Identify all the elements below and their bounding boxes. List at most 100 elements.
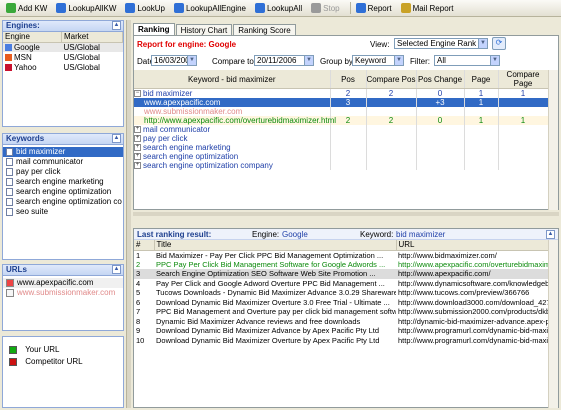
ranking-cell — [366, 143, 417, 152]
engine-name-cell: Yahoo — [3, 62, 61, 72]
keyword-item[interactable]: search engine marketing — [3, 177, 123, 187]
result-row[interactable]: 6 Download Dynamic Bid Maximizer Overture… — [134, 298, 548, 308]
last-result-vertical-scrollbar[interactable] — [548, 240, 558, 408]
engines-col-market[interactable]: Market — [61, 32, 124, 43]
group-by-select[interactable]: Keyword ▼ — [352, 55, 404, 66]
ranking-col-header[interactable]: Page — [464, 70, 499, 89]
collapse-engines-button[interactable]: ▲ — [112, 21, 121, 30]
engine-row-yahoo[interactable]: Yahoo US/Global — [3, 62, 123, 72]
engine-label: Engine: — [252, 229, 280, 239]
ranking-cell-text: bid maximizer — [143, 89, 193, 98]
filter-select[interactable]: All ▼ — [434, 55, 500, 66]
mail-report-button[interactable]: Mail Report — [399, 1, 456, 16]
toolbar-button-label: Report — [367, 3, 392, 13]
keywords-panel: Keywords ▲ bid maximizer mail communicato… — [2, 133, 124, 260]
ranking-col-header[interactable]: Compare Page — [498, 70, 548, 89]
toolbar-button-label: LookupAll — [267, 3, 303, 13]
lookupall-button[interactable]: LookupAll — [253, 1, 304, 16]
ranking-col-header[interactable]: Pos Change — [416, 70, 465, 89]
expand-icon[interactable]: + — [134, 162, 141, 170]
result-rank: 1 — [136, 250, 141, 260]
result-row[interactable]: 2 PPC Pay Per Click Bid Management Softwa… — [134, 260, 548, 270]
keyword-item[interactable]: seo suite — [3, 207, 123, 217]
ranking-vertical-scrollbar[interactable] — [548, 70, 558, 210]
engine-market: US/Global — [63, 52, 100, 62]
result-row[interactable]: 4 Pay Per Click and Google Adword Overtur… — [134, 279, 548, 289]
refresh-icon[interactable]: ⟳ — [492, 37, 506, 50]
ranking-row[interactable]: + search engine optimization company — [134, 161, 548, 170]
result-row[interactable]: 9 Download Dynamic Bid Maximizer Advance … — [134, 326, 548, 336]
view-select[interactable]: Selected Engine Rank ▼ — [394, 38, 488, 49]
ranking-row[interactable]: www.apexpacific.com 3 +3 1 — [134, 98, 548, 107]
report-button[interactable]: Report — [354, 1, 394, 16]
ranking-cell — [464, 152, 499, 161]
engine-row-msn[interactable]: MSN US/Global — [3, 52, 123, 62]
ranking-cell-text: www.submissionmaker.com — [144, 107, 243, 116]
keyword-item[interactable]: search engine optimization co — [3, 197, 123, 207]
last-result-panel: Last ranking result: Engine: Google Keyw… — [133, 228, 559, 408]
ranking-row[interactable]: − bid maximizer 2 2 0 1 1 — [134, 88, 548, 98]
add-kw-button[interactable]: Add KW — [4, 1, 49, 16]
result-row[interactable]: 8 Dynamic Bid Maximizer Advance reviews a… — [134, 317, 548, 327]
ranking-row[interactable]: + mail communicator — [134, 125, 548, 134]
date-picker[interactable]: 16/03/2007 ▼ — [151, 55, 197, 66]
result-row[interactable]: 7 PPC Bid Management and Overture pay per… — [134, 307, 548, 317]
google-logo-icon — [5, 44, 12, 52]
urls-list: www.apexpacific.com www.submissionmaker.c… — [2, 276, 124, 331]
url-item[interactable]: www.apexpacific.com — [3, 278, 123, 288]
expand-icon[interactable]: + — [134, 135, 141, 143]
result-url: http://www.bidmaximizer.com/ — [398, 250, 497, 260]
result-col-header[interactable]: # — [134, 240, 155, 251]
collapse-keywords-button[interactable]: ▲ — [112, 134, 121, 143]
ranking-col-header[interactable]: Pos — [330, 70, 367, 89]
engine-row-google[interactable]: Google US/Global — [3, 42, 123, 52]
lookupallkw-button[interactable]: LookupAllKW — [54, 1, 118, 16]
ranking-cell-text: 1 — [478, 116, 484, 125]
ranking-cell: 1 — [464, 88, 499, 98]
keyword-label: Keyword: — [360, 229, 394, 239]
compare-date-picker[interactable]: 20/11/2006 ▼ — [254, 55, 314, 66]
lookupallengine-button[interactable]: LookupAllEngine — [172, 1, 248, 16]
collapse-icon[interactable]: − — [134, 90, 141, 98]
ranking-cell: + mail communicator — [134, 125, 331, 134]
ranking-cell: 1 — [464, 98, 499, 107]
engine-name: Yahoo — [14, 62, 37, 72]
result-row[interactable]: 5 Tucows Downloads - Dynamic Bid Maximize… — [134, 288, 548, 298]
stop-button[interactable]: Stop — [309, 1, 341, 16]
result-row[interactable]: 1 Bid Maximizer - Pay Per Click PPC Bid M… — [134, 250, 548, 260]
toolbar-separator — [349, 2, 351, 14]
expand-icon[interactable]: + — [134, 144, 141, 152]
ranking-cell — [330, 125, 367, 134]
ranking-row[interactable]: + search engine marketing — [134, 143, 548, 152]
ranking-cell: − bid maximizer — [134, 88, 331, 98]
url-item[interactable]: www.submissionmaker.com — [3, 288, 123, 298]
result-row[interactable]: 3 Search Engine Optimization SEO Software… — [134, 269, 548, 279]
engines-col-engine[interactable]: Engine — [3, 32, 62, 43]
keyword-item[interactable]: mail communicator — [3, 157, 123, 167]
result-col-header[interactable]: URL — [396, 240, 549, 251]
ranking-row[interactable]: + search engine optimization — [134, 152, 548, 161]
result-col-header[interactable]: Title — [154, 240, 397, 251]
result-row[interactable]: 10 Download Dynamic Bid Maximizer Overtur… — [134, 336, 548, 346]
ranking-col-header[interactable]: Compare Pos — [366, 70, 417, 89]
add-icon — [6, 3, 16, 13]
vertical-splitter[interactable] — [126, 20, 131, 408]
keyword-item[interactable]: pay per click — [3, 167, 123, 177]
expand-icon[interactable]: + — [134, 153, 141, 161]
ranking-cell — [464, 161, 499, 170]
horizontal-splitter[interactable] — [133, 212, 559, 216]
lookup-button[interactable]: LookUp — [123, 1, 167, 16]
ranking-col-header[interactable]: Keyword - bid maximizer — [134, 70, 331, 89]
collapse-last-result-button[interactable]: ▲ — [546, 230, 555, 239]
ranking-cell: 0 — [416, 116, 465, 125]
ranking-cell — [366, 125, 417, 134]
ranking-row[interactable]: www.submissionmaker.com — [134, 107, 548, 116]
expand-icon[interactable]: + — [134, 126, 141, 134]
keyword-item[interactable]: search engine optimization — [3, 187, 123, 197]
collapse-urls-button[interactable]: ▲ — [112, 265, 121, 274]
keyword-item[interactable]: bid maximizer — [3, 147, 123, 157]
result-title: Download Dynamic Bid Maximizer Overture … — [156, 335, 380, 345]
result-title: Pay Per Click and Google Adword Overture… — [156, 278, 385, 288]
ranking-row[interactable]: http://www.apexpacific.com/overturebidma… — [134, 116, 548, 125]
ranking-row[interactable]: + pay per click — [134, 134, 548, 143]
